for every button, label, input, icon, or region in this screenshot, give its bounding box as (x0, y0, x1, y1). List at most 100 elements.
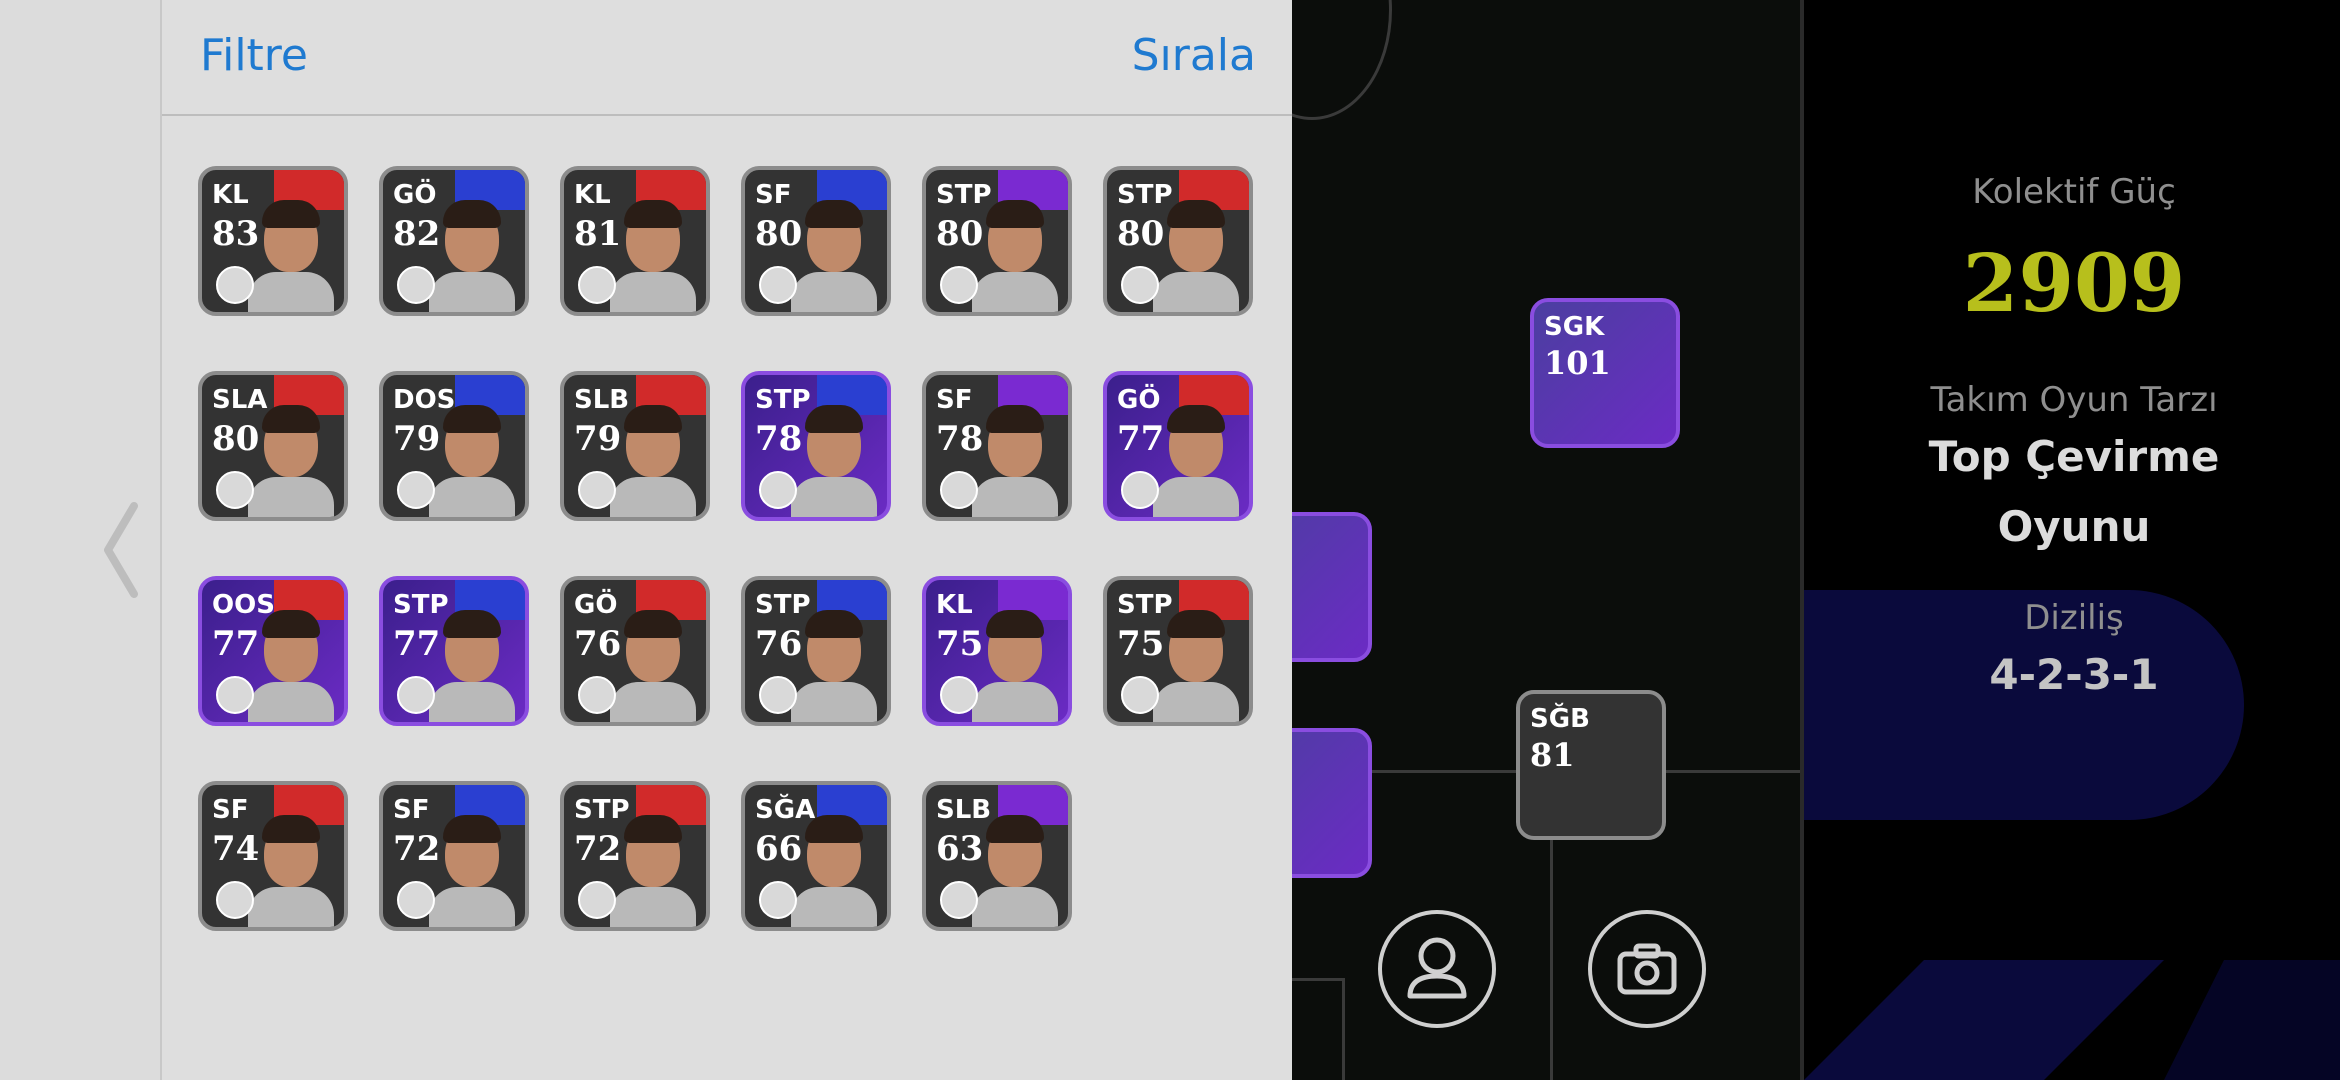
player-rating: 74 (212, 829, 260, 869)
player-photo (429, 405, 515, 517)
player-photo (429, 610, 515, 722)
player-position: SĞB (1530, 704, 1590, 734)
panel-header: Filtre Sırala (162, 0, 1294, 116)
player-card[interactable]: STP 75 (1103, 576, 1253, 726)
player-position: SF (393, 795, 430, 825)
player-position: SĞA (755, 795, 816, 825)
player-rating: 83 (212, 214, 260, 254)
player-position: GÖ (393, 180, 437, 210)
player-rating: 76 (755, 624, 803, 664)
player-position: DOS (393, 385, 456, 415)
player-rating: 79 (393, 419, 441, 459)
player-position: SLB (574, 385, 630, 415)
player-view-button[interactable] (1378, 910, 1496, 1028)
player-rating: 72 (574, 829, 622, 869)
chevron-left-icon[interactable] (100, 500, 140, 600)
player-card[interactable]: KL 81 (560, 166, 710, 316)
player-card[interactable]: OOS 77 (198, 576, 348, 726)
player-card[interactable]: GÖ 76 (560, 576, 710, 726)
player-photo (1153, 200, 1239, 312)
player-card[interactable]: SLA 80 (198, 371, 348, 521)
formation-value[interactable]: 4-2-3-1 (1804, 650, 2340, 699)
player-rating: 76 (574, 624, 622, 664)
player-card[interactable]: SF 72 (379, 781, 529, 931)
player-photo (972, 815, 1058, 927)
club-crest-icon (578, 471, 616, 509)
player-card[interactable]: SĞA 66 (741, 781, 891, 931)
player-rating: 75 (936, 624, 984, 664)
club-crest-icon (397, 471, 435, 509)
player-rating: 80 (1117, 214, 1165, 254)
player-position: STP (755, 590, 811, 620)
play-style-label: Takım Oyun Tarzı (1930, 380, 2218, 420)
player-card[interactable]: GÖ 82 (379, 166, 529, 316)
field-line (1342, 978, 1345, 1080)
player-photo (429, 815, 515, 927)
camera-icon (1617, 943, 1677, 995)
player-rating: 101 (1544, 344, 1611, 382)
field-player-card-partial[interactable] (1292, 728, 1372, 878)
player-photo (972, 200, 1058, 312)
player-card[interactable]: STP 77 (379, 576, 529, 726)
club-crest-icon (940, 881, 978, 919)
player-photo (1153, 405, 1239, 517)
player-position: SLB (936, 795, 992, 825)
player-photo (972, 405, 1058, 517)
player-card[interactable]: STP 76 (741, 576, 891, 726)
field-player-card[interactable]: SGK 101 (1530, 298, 1680, 448)
player-photo (610, 200, 696, 312)
player-rating: 82 (393, 214, 441, 254)
player-position: STP (755, 385, 811, 415)
player-position: SGK (1544, 312, 1605, 342)
player-card[interactable]: STP 80 (1103, 166, 1253, 316)
player-position: STP (1117, 590, 1173, 620)
player-position: SF (212, 795, 249, 825)
player-rating: 81 (574, 214, 622, 254)
center-circle-arc (1292, 0, 1392, 120)
player-position: STP (393, 590, 449, 620)
player-card[interactable]: SF 80 (741, 166, 891, 316)
club-crest-icon (940, 266, 978, 304)
club-crest-icon (397, 676, 435, 714)
player-card[interactable]: SLB 63 (922, 781, 1072, 931)
player-rating: 78 (936, 419, 984, 459)
club-crest-icon (759, 266, 797, 304)
sort-button[interactable]: Sırala (1132, 30, 1256, 81)
player-card[interactable]: SF 74 (198, 781, 348, 931)
club-crest-icon (578, 676, 616, 714)
club-crest-icon (759, 881, 797, 919)
player-card[interactable]: STP 78 (741, 371, 891, 521)
player-card[interactable]: DOS 79 (379, 371, 529, 521)
player-position: KL (212, 180, 249, 210)
club-crest-icon (216, 471, 254, 509)
player-position: GÖ (1117, 385, 1161, 415)
club-crest-icon (216, 266, 254, 304)
player-rating: 75 (1117, 624, 1165, 664)
club-crest-icon (578, 881, 616, 919)
club-crest-icon (216, 676, 254, 714)
player-photo (248, 200, 334, 312)
player-position: SLA (212, 385, 268, 415)
player-card[interactable]: GÖ 77 (1103, 371, 1253, 521)
formation-field: SGK 101 SĞB 81 (1292, 0, 1800, 1080)
player-position: KL (936, 590, 973, 620)
player-card[interactable]: SF 78 (922, 371, 1072, 521)
filter-button[interactable]: Filtre (200, 30, 308, 81)
player-photo (610, 610, 696, 722)
play-style-value-line2: Oyunu (1997, 502, 2151, 551)
team-strength-value: 2909 (1962, 236, 2186, 330)
formation-label: Diziliş (2024, 598, 2124, 638)
player-card[interactable]: KL 75 (922, 576, 1072, 726)
player-position: STP (1117, 180, 1173, 210)
screenshot-button[interactable] (1588, 910, 1706, 1028)
field-player-card-partial[interactable] (1292, 512, 1372, 662)
player-card[interactable]: SLB 79 (560, 371, 710, 521)
player-photo (1153, 610, 1239, 722)
player-card[interactable]: STP 72 (560, 781, 710, 931)
player-photo (248, 405, 334, 517)
player-card[interactable]: STP 80 (922, 166, 1072, 316)
club-crest-icon (397, 266, 435, 304)
player-card[interactable]: KL 83 (198, 166, 348, 316)
field-player-card[interactable]: SĞB 81 (1516, 690, 1666, 840)
player-photo (610, 405, 696, 517)
